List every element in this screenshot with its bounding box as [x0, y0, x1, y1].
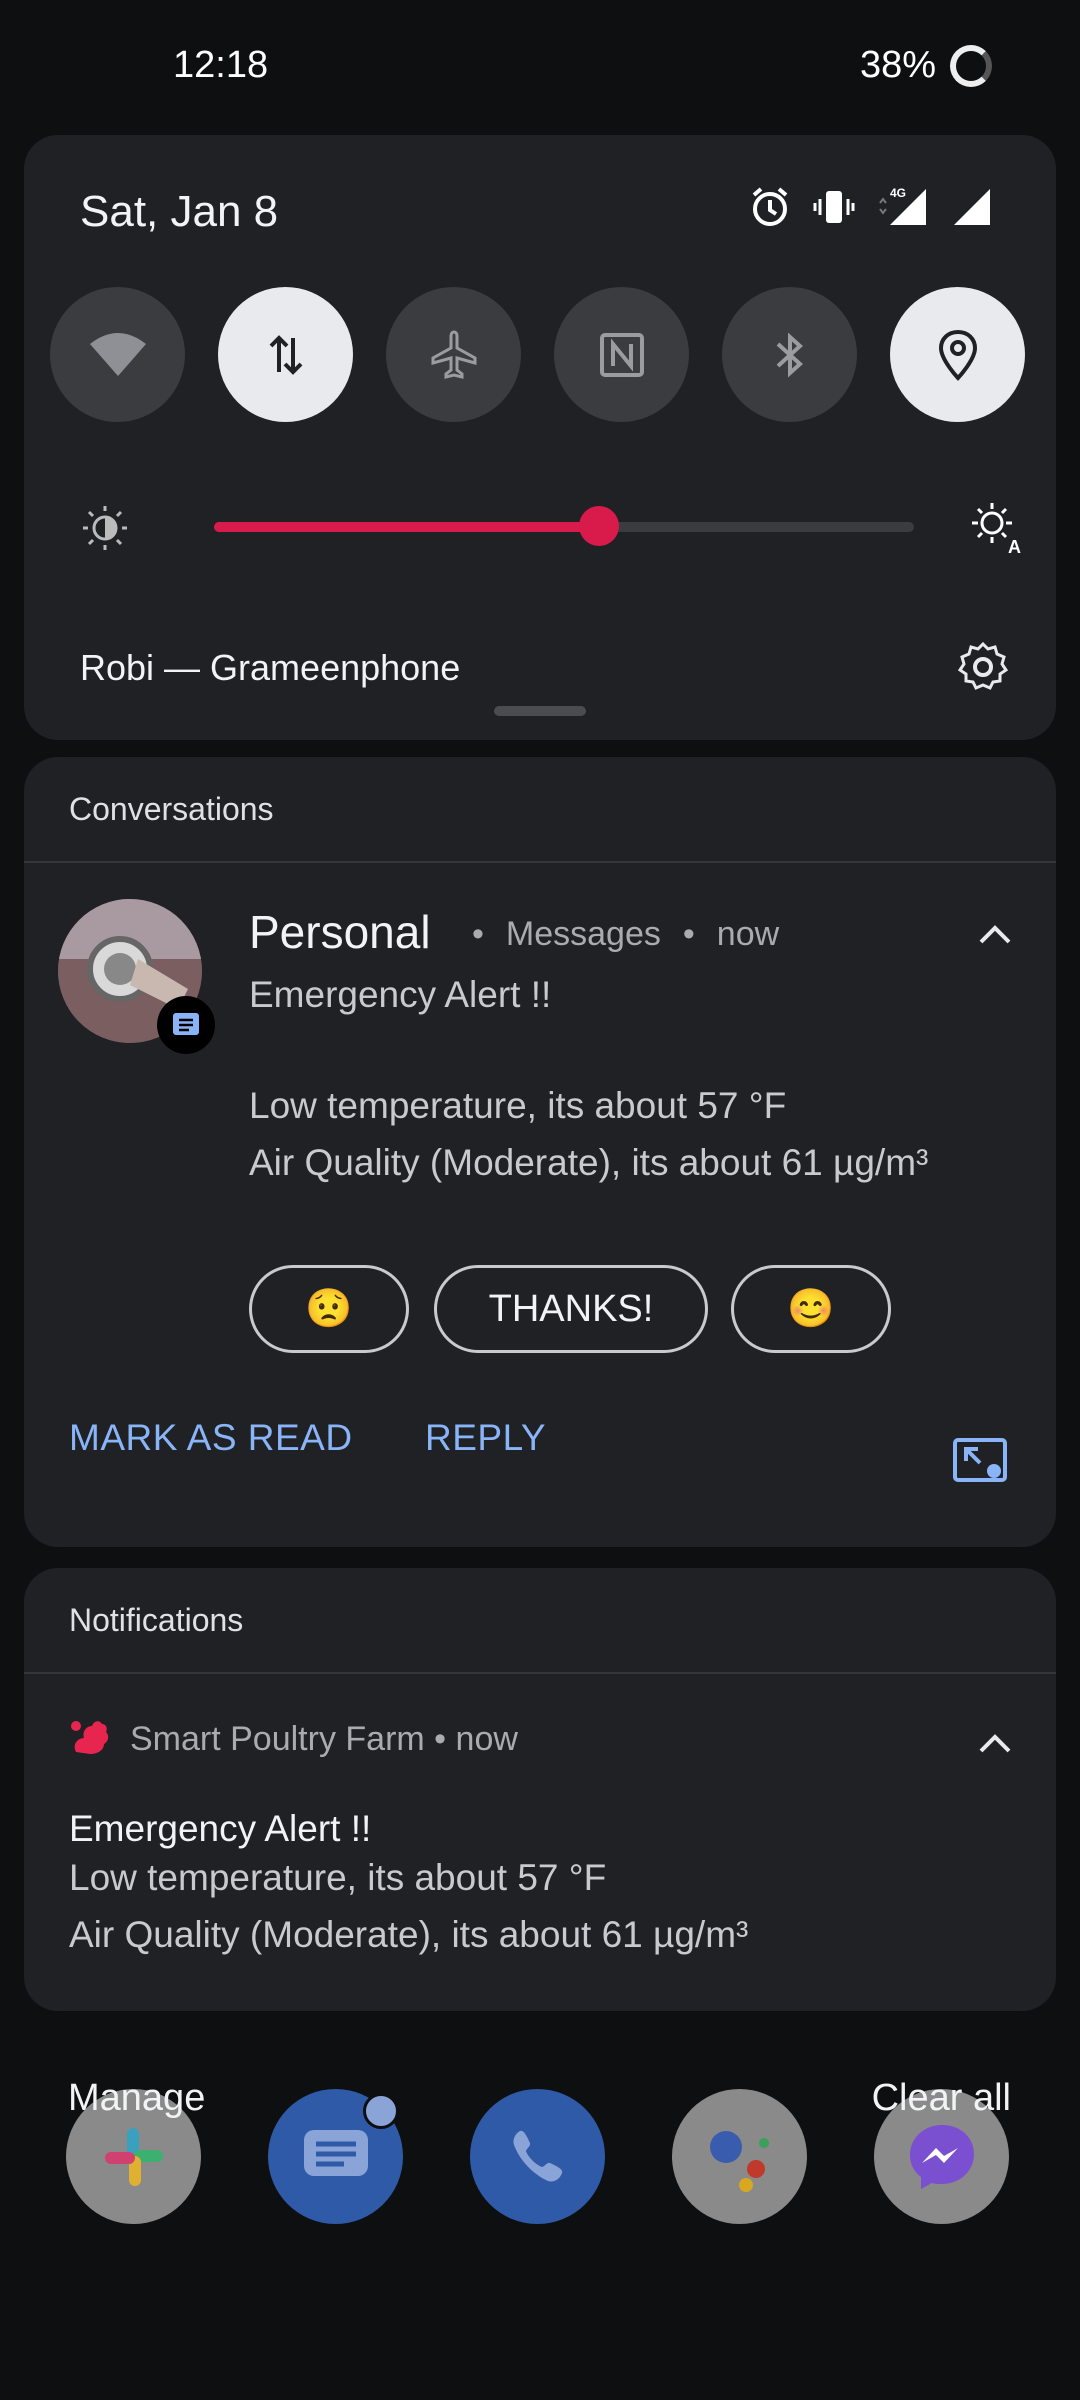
airplane-icon: [431, 329, 476, 379]
reply-button[interactable]: REPLY: [425, 1417, 546, 1459]
messages-app[interactable]: [268, 2089, 403, 2224]
manage-button[interactable]: Manage: [68, 2077, 205, 2120]
status-time: 12:18: [173, 44, 269, 86]
tile-airplane[interactable]: [386, 287, 521, 422]
brightness-fill: [214, 522, 599, 532]
tile-wifi[interactable]: [50, 287, 185, 422]
cellular-4g-icon: 4G: [879, 186, 926, 225]
data-arrows-icon: [269, 334, 302, 375]
messages-icon: [303, 2129, 368, 2176]
notifications-card: Notifications Smart Poultry Farm • now E…: [24, 1568, 1056, 2011]
conversations-card: Conversations Personal • Messages • now …: [24, 757, 1056, 1547]
qs-tiles: [50, 287, 1025, 422]
meta-dot: •: [434, 1720, 456, 1758]
bubble-icon[interactable]: [952, 1437, 1008, 1483]
clear-all-button[interactable]: Clear all: [872, 2077, 1011, 2120]
brightness-low-icon: [83, 506, 127, 550]
wifi-icon: [89, 332, 146, 376]
messages-badge: [157, 996, 215, 1054]
tile-bluetooth[interactable]: [722, 287, 857, 422]
qs-date: Sat, Jan 8: [80, 187, 279, 236]
notification-line1: Low temperature, its about 57 °F: [69, 1857, 607, 1898]
svg-text:A: A: [1008, 537, 1021, 555]
brightness-thumb[interactable]: [579, 506, 619, 546]
battery-percent: 38%: [859, 44, 936, 86]
tile-mobile-data[interactable]: [218, 287, 353, 422]
notification-app-row: Smart Poultry Farm • now: [130, 1720, 518, 1759]
assistant-app[interactable]: [672, 2089, 807, 2224]
tile-location[interactable]: [890, 287, 1025, 422]
notification-app-name: Smart Poultry Farm: [130, 1720, 425, 1758]
conversation-line2: Air Quality (Moderate), its about 61 µg/…: [249, 1142, 929, 1183]
meta-dot: •: [682, 915, 695, 953]
smart-reply-worried[interactable]: 😟: [249, 1265, 409, 1353]
quick-settings-panel: Sat, Jan 8 4G A Robi — Grameenphone: [24, 135, 1056, 740]
alarm-icon: [752, 187, 788, 226]
bluetooth-icon: [776, 332, 803, 377]
settings-gear-icon[interactable]: [954, 638, 1012, 696]
conversation-time: now: [716, 915, 780, 953]
notifications-divider: [24, 1672, 1056, 1674]
phone-icon: [512, 2130, 562, 2182]
brightness-slider[interactable]: [214, 506, 914, 546]
mark-as-read-button[interactable]: MARK AS READ: [69, 1417, 353, 1459]
collapse-chevron-icon[interactable]: [978, 923, 1012, 945]
signal-icon: [954, 189, 990, 225]
poultry-app-icon: [71, 1721, 109, 1754]
auto-brightness-icon[interactable]: A: [968, 499, 1024, 555]
google-assistant-icon: [709, 2130, 769, 2192]
conversation-app: Messages: [505, 915, 661, 953]
notification-time: now: [455, 1720, 518, 1758]
tile-nfc[interactable]: [554, 287, 689, 422]
conversation-sender: Personal: [249, 906, 431, 958]
conversations-divider: [24, 861, 1056, 863]
message-icon: [173, 1013, 199, 1035]
smart-reply-thanks[interactable]: THANKS!: [434, 1265, 708, 1353]
brightness-row: A: [80, 495, 1021, 555]
svg-text:4G: 4G: [890, 186, 906, 200]
smart-reply-smile[interactable]: 😊: [731, 1265, 891, 1353]
location-pin-icon: [938, 329, 977, 381]
qs-status-icons: 4G: [748, 185, 994, 229]
battery-icon: [950, 44, 992, 87]
meta-dot: •: [472, 915, 484, 953]
nfc-icon: [599, 332, 644, 377]
notification-title: Emergency Alert !!: [69, 1808, 372, 1849]
notification-line2: Air Quality (Moderate), its about 61 µg/…: [69, 1914, 749, 1955]
carrier-label: Robi — Grameenphone: [80, 647, 461, 688]
battery-indicator: 38%: [860, 44, 992, 87]
conversations-header: Conversations: [69, 791, 274, 827]
messenger-icon: [909, 2124, 974, 2189]
unread-dot: [363, 2093, 399, 2129]
vibrate-icon: [813, 191, 855, 223]
conversation-title: Emergency Alert !!: [249, 974, 552, 1015]
drag-handle[interactable]: [494, 706, 586, 716]
home-dock: [66, 2089, 1009, 2224]
slack-icon: [104, 2127, 163, 2186]
notifications-header: Notifications: [69, 1602, 244, 1638]
conversation-meta: • Messages • now: [472, 915, 779, 954]
conversation-line1: Low temperature, its about 57 °F: [249, 1085, 787, 1126]
collapse-chevron-icon[interactable]: [978, 1732, 1012, 1754]
phone-app[interactable]: [470, 2089, 605, 2224]
